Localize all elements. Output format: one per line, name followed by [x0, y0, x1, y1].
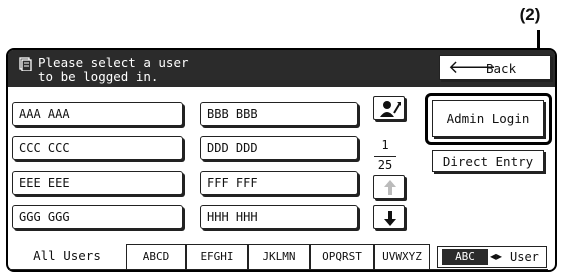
- user-sort-button[interactable]: [373, 96, 405, 120]
- direct-entry-label: Direct Entry: [442, 154, 534, 169]
- user-button-aaa[interactable]: AAA AAA: [12, 102, 183, 126]
- tab-abcd[interactable]: ABCD: [126, 244, 186, 270]
- tab-efghi[interactable]: EFGHI: [186, 244, 248, 270]
- user-sort-icon: [380, 101, 401, 117]
- user-button-eee[interactable]: EEE EEE: [12, 171, 183, 195]
- page-current: 1: [381, 138, 389, 152]
- back-button[interactable]: 🡐 Back: [439, 55, 551, 80]
- page-total: 25: [377, 158, 393, 172]
- tab-baseline: [8, 269, 548, 270]
- user-button-label: AAA AAA: [19, 107, 70, 121]
- instruction-line-1: Please select a user: [38, 55, 189, 70]
- tab-uvwxyz[interactable]: UVWXYZ: [374, 244, 430, 270]
- user-button-hhh[interactable]: HHH HHH: [200, 205, 358, 229]
- admin-login-label: Admin Login: [446, 111, 530, 126]
- user-button-bbb[interactable]: BBB BBB: [200, 102, 358, 126]
- user-button-fff[interactable]: FFF FFF: [200, 171, 358, 195]
- back-button-label: Back: [486, 61, 517, 76]
- tab-opqrst[interactable]: OPQRST: [310, 244, 374, 270]
- user-label: User: [510, 250, 539, 264]
- instruction-line-2: to be logged in.: [38, 69, 159, 84]
- abc-label: ABC: [442, 249, 488, 265]
- user-button-label: BBB BBB: [207, 107, 258, 121]
- tab-jklmn[interactable]: JKLMN: [248, 244, 310, 270]
- direct-entry-button[interactable]: Direct Entry: [432, 150, 544, 172]
- arrow-down-icon: [384, 211, 396, 226]
- page-up-button[interactable]: [373, 175, 405, 199]
- callout-label: (2): [519, 5, 541, 24]
- user-button-label: FFF FFF: [207, 176, 258, 190]
- user-button-label: CCC CCC: [19, 141, 70, 155]
- page-down-button[interactable]: [373, 205, 405, 229]
- left-right-arrows-icon: ◂▸: [490, 249, 503, 263]
- page-separator: [374, 156, 396, 157]
- user-button-ggg[interactable]: GGG GGG: [12, 205, 183, 229]
- arrow-up-icon: [384, 180, 396, 195]
- tab-all-users[interactable]: All Users: [8, 244, 126, 270]
- document-icon: [19, 57, 32, 71]
- panel-header: Please select a user to be logged in. 🡐 …: [8, 50, 555, 87]
- admin-login-button[interactable]: Admin Login: [432, 100, 544, 137]
- user-button-label: EEE EEE: [19, 176, 70, 190]
- instruction-message: Please select a user to be logged in.: [38, 56, 378, 84]
- user-button-ccc[interactable]: CCC CCC: [12, 136, 183, 160]
- user-button-ddd[interactable]: DDD DDD: [200, 136, 358, 160]
- user-button-label: DDD DDD: [207, 141, 258, 155]
- user-button-label: HHH HHH: [207, 210, 258, 224]
- user-button-label: GGG GGG: [19, 210, 70, 224]
- abc-user-toggle[interactable]: ABC ◂▸ User: [437, 246, 547, 268]
